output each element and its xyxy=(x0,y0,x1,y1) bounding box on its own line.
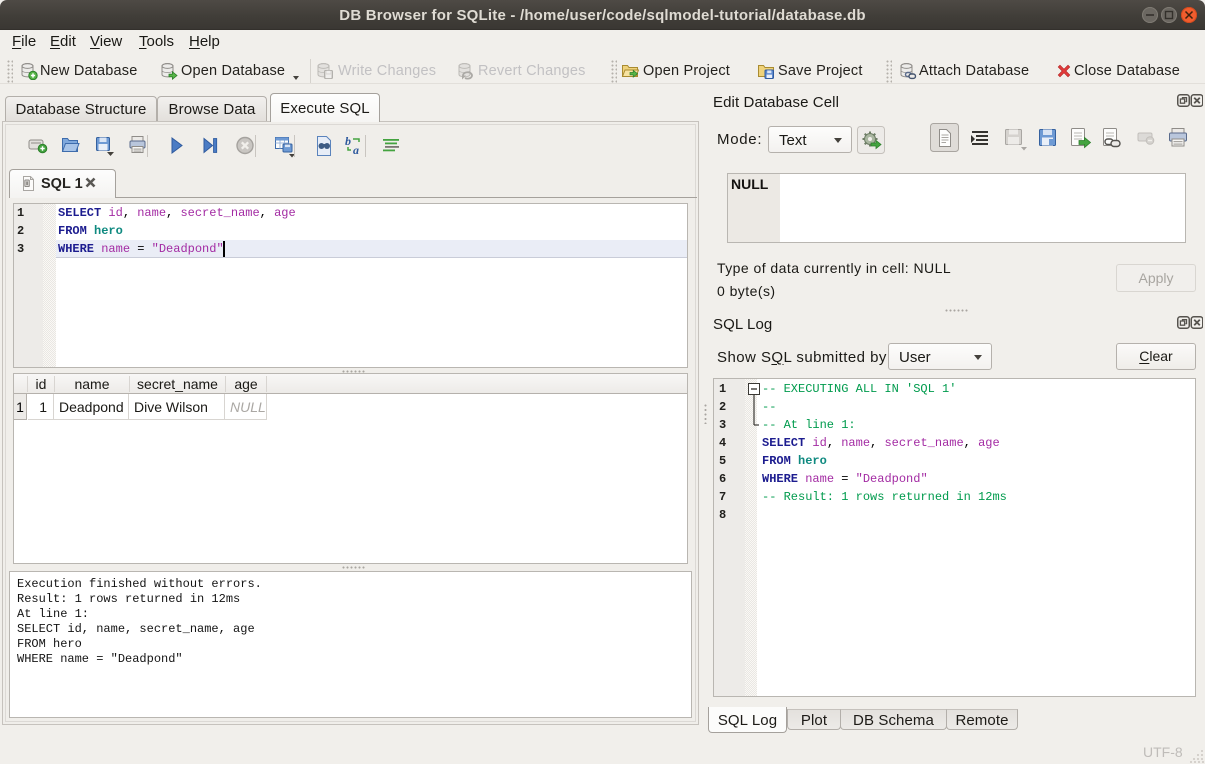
svg-text:b: b xyxy=(345,134,351,148)
svg-text:a: a xyxy=(353,143,359,157)
